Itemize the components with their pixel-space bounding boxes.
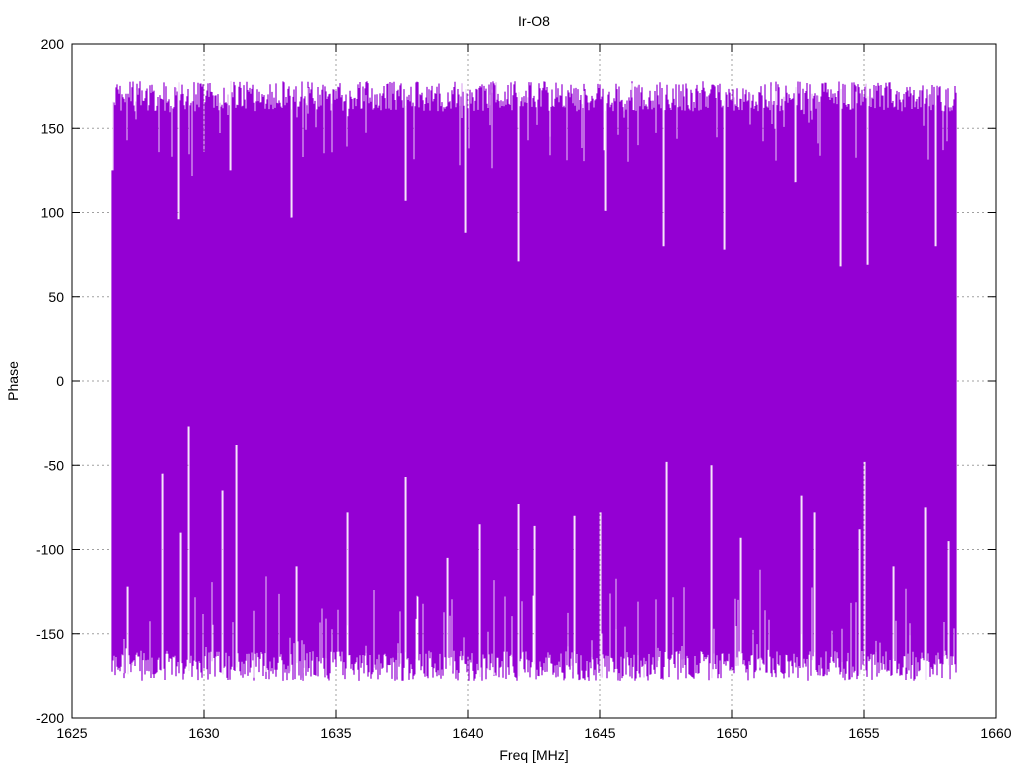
y-tick-label: -200 — [36, 710, 64, 726]
y-tick-label: -100 — [36, 542, 64, 558]
x-tick-label: 1655 — [848, 725, 879, 741]
y-tick-label: -50 — [44, 457, 64, 473]
x-tick-label: 1660 — [980, 725, 1011, 741]
x-tick-label: 1630 — [188, 725, 219, 741]
y-tick-label: 0 — [56, 373, 64, 389]
y-tick-label: 100 — [41, 205, 65, 221]
phase-chart: Ir-O8 1625 1630 1635 1640 1645 1650 1655 1660 20… — [5, 13, 1012, 763]
x-axis-label: Freq [MHz] — [499, 747, 568, 763]
y-tick-label: -150 — [36, 626, 64, 642]
phase-series-line — [111, 81, 957, 681]
y-tick-label: 50 — [48, 289, 64, 305]
data-series — [111, 79, 957, 683]
x-tick-label: 1645 — [584, 725, 615, 741]
x-tick-label: 1635 — [320, 725, 351, 741]
y-tick-label: 150 — [41, 120, 65, 136]
x-tick-label: 1625 — [56, 725, 87, 741]
x-tick-label: 1640 — [452, 725, 483, 741]
y-tick-label: 200 — [41, 36, 65, 52]
y-axis-label: Phase — [5, 361, 21, 401]
chart-title: Ir-O8 — [518, 13, 550, 29]
x-tick-label: 1650 — [716, 725, 747, 741]
